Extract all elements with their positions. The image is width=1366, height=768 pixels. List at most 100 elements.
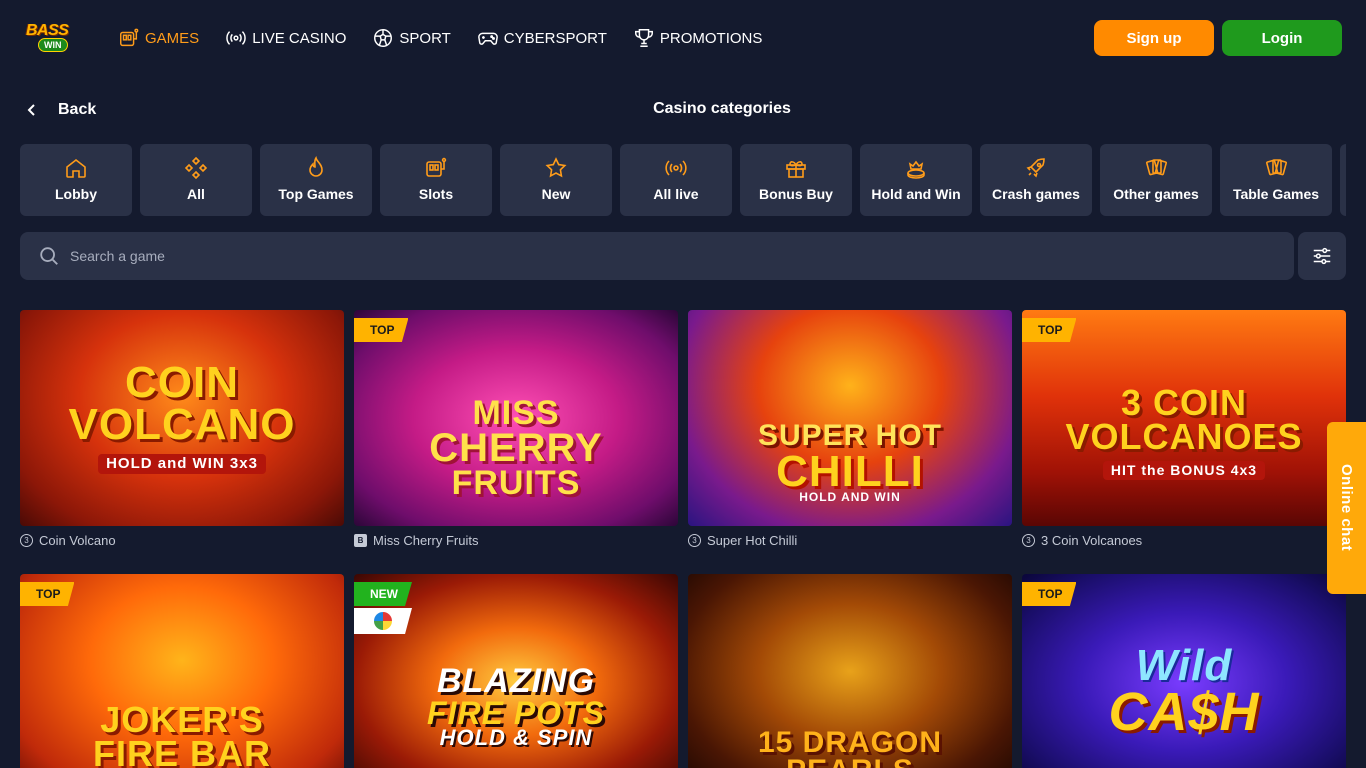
art-line-1: MISS (472, 393, 560, 432)
badge-top: TOP (1022, 318, 1077, 342)
game-title: 3 Coin Volcano (20, 531, 116, 549)
diamond-grid-icon (184, 156, 208, 180)
art-line-2: FIRE BAR (93, 733, 271, 768)
logo-text-bottom: WIN (38, 38, 68, 52)
nav-games[interactable]: GAMES (118, 26, 199, 50)
category-hold-and-win[interactable]: Hold and Win (860, 144, 972, 216)
nav-cybersport[interactable]: CYBERSPORT (477, 26, 607, 50)
game-card[interactable]: NEW BLAZING FIRE POTS HOLD & SPIN (354, 574, 678, 768)
game-thumbnail[interactable]: COIN VOLCANO HOLD and WIN 3x3 (20, 310, 344, 526)
badge-new: NEW (354, 582, 412, 606)
top-header: BASS WIN GAMES LIVE CASINO SPORT CYBERSP… (0, 0, 1366, 76)
login-button[interactable]: Login (1222, 20, 1342, 56)
game-card[interactable]: TOP 3 COIN VOLCANOES HIT the BONUS 4x3 3… (1022, 310, 1346, 548)
game-card[interactable]: 15 DRAGON PEARLS (688, 574, 1012, 768)
soccer-ball-icon (374, 29, 393, 47)
game-thumbnail[interactable]: TOP MISS CHERRY FRUITS (354, 310, 678, 526)
category-all[interactable]: All (140, 144, 252, 216)
game-thumbnail[interactable]: NEW BLAZING FIRE POTS HOLD & SPIN (354, 574, 678, 768)
game-card[interactable]: COIN VOLCANO HOLD and WIN 3x3 3 Coin Vol… (20, 310, 344, 548)
search-icon (40, 247, 58, 265)
game-card[interactable]: TOP Wild CA$H (1022, 574, 1346, 768)
category-lobby[interactable]: Lobby (20, 144, 132, 216)
provider-badge (354, 608, 412, 634)
art-line-2: VOLCANO (68, 399, 296, 449)
game-thumbnail[interactable]: TOP JOKER'S FIRE BAR (20, 574, 344, 768)
brand-logo[interactable]: BASS WIN (24, 22, 80, 54)
game-title-text: Super Hot Chilli (707, 532, 798, 548)
nav-sport[interactable]: SPORT (372, 26, 451, 50)
game-thumbnail[interactable]: SUPER HOT CHILLI HOLD AND WIN (688, 310, 1012, 526)
provider-icon: 3 (1022, 533, 1035, 547)
category-table-games[interactable]: Table Games (1220, 144, 1332, 216)
category-all-live[interactable]: All live (620, 144, 732, 216)
category-crash-games[interactable]: Crash games (980, 144, 1092, 216)
nav-cybersport-label: CYBERSPORT (503, 29, 607, 47)
art-line-1: COIN (125, 358, 239, 408)
search-input[interactable] (70, 248, 1220, 264)
art-line-2: FIRE POTS (427, 694, 605, 731)
game-card[interactable]: TOP MISS CHERRY FRUITS B Miss Cherry Fru… (354, 310, 678, 548)
badge-top: TOP (354, 318, 409, 342)
art-line-1: BLAZING (436, 662, 596, 701)
art-line-3: HIT the BONUS 4x3 (1102, 460, 1266, 480)
broadcast-icon (226, 31, 246, 45)
art-line-3: HOLD & SPIN (439, 724, 593, 750)
art-line-3: HOLD AND WIN (799, 490, 901, 505)
online-chat-button[interactable]: Online chat (1327, 422, 1366, 594)
category-label: Top Games (278, 186, 354, 202)
game-title-text: Miss Cherry Fruits (373, 532, 479, 548)
category-label: Lobby (55, 186, 97, 202)
category-label: Other games (1113, 186, 1199, 202)
cards-icon (1146, 159, 1167, 176)
category-label: Table Games (1232, 186, 1320, 202)
art-line-1: JOKER'S (100, 698, 264, 740)
category-bar: Lobby All Top Games Slots New All live B… (20, 144, 1346, 216)
game-card[interactable]: TOP JOKER'S FIRE BAR (20, 574, 344, 768)
flame-icon (309, 156, 323, 177)
game-card[interactable]: SUPER HOT CHILLI HOLD AND WIN 3 Super Ho… (688, 310, 1012, 548)
art-line-2: 15 DRAGON (757, 725, 943, 759)
filter-button[interactable] (1298, 232, 1346, 280)
category-new[interactable]: New (500, 144, 612, 216)
category-label: Hold and Win (871, 186, 961, 202)
category-bonus-buy[interactable]: Bonus Buy (740, 144, 852, 216)
badge-top: TOP (1022, 582, 1077, 606)
art-line-3: PEARLS (786, 756, 914, 768)
provider-icon: B (354, 533, 367, 547)
category-label: New (541, 186, 571, 202)
provider-icon: 3 (20, 533, 33, 547)
art-line-2: VOLCANOES (1065, 416, 1303, 458)
art-line-3: FRUITS (451, 464, 581, 502)
category-partial[interactable] (1340, 144, 1346, 216)
gift-icon (786, 161, 806, 178)
nav-promotions[interactable]: PROMOTIONS (633, 26, 762, 50)
category-slots[interactable]: Slots (380, 144, 492, 216)
star-icon (545, 157, 567, 178)
nav-live-casino[interactable]: LIVE CASINO (225, 26, 346, 50)
category-label: Slots (418, 186, 454, 202)
nav-live-casino-label: LIVE CASINO (252, 29, 347, 47)
home-icon (66, 158, 86, 178)
category-other-games[interactable]: Other games (1100, 144, 1212, 216)
art-line-2: CA$H (1108, 682, 1260, 743)
category-label: Crash games (992, 186, 1080, 202)
cards-icon (1266, 159, 1287, 176)
game-title-text: Coin Volcano (39, 532, 116, 548)
broadcast-icon (665, 160, 687, 176)
game-thumbnail[interactable]: 15 DRAGON PEARLS (688, 574, 1012, 768)
category-top-games[interactable]: Top Games (260, 144, 372, 216)
page-title: Casino categories (653, 100, 791, 117)
art-line-2: CHERRY (429, 426, 603, 470)
game-thumbnail[interactable]: TOP Wild CA$H (1022, 574, 1346, 768)
crown-coin-icon (907, 160, 925, 179)
gamepad-icon (477, 32, 498, 45)
game-title: B Miss Cherry Fruits (354, 531, 478, 549)
category-label: All (187, 186, 205, 202)
art-line-2: CHILLI (776, 446, 924, 496)
game-thumbnail[interactable]: TOP 3 COIN VOLCANOES HIT the BONUS 4x3 (1022, 310, 1346, 526)
badge-top: TOP (20, 582, 75, 606)
signup-button[interactable]: Sign up (1094, 20, 1214, 56)
art-line-1: 3 COIN (1120, 382, 1248, 424)
trophy-icon (634, 29, 653, 47)
